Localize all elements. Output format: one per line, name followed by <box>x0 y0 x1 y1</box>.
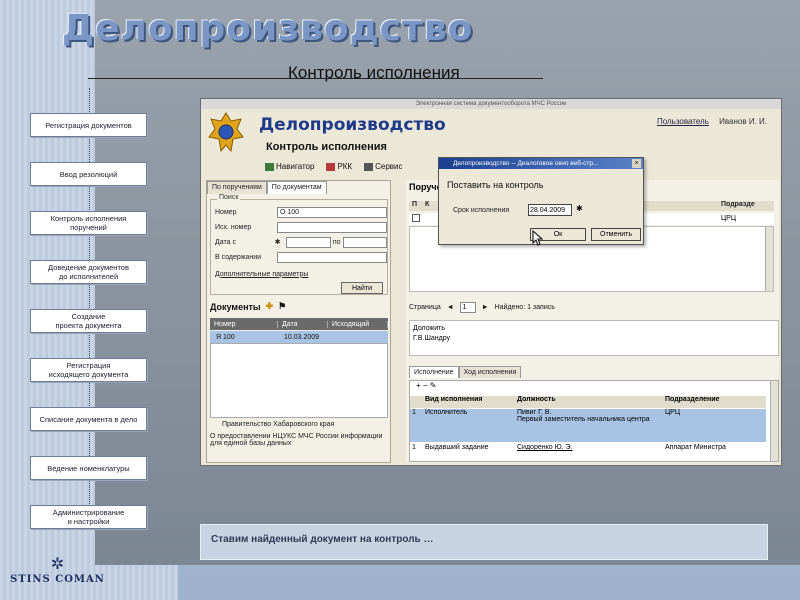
app-name: Делопроизводство <box>259 115 446 135</box>
user-name: Иванов И. И. <box>719 117 767 126</box>
toolbar-navigator[interactable]: Навигатор <box>265 162 314 171</box>
col-date[interactable]: Дата <box>278 320 328 328</box>
dialog-titlebar: Делопроизводство -- Диалоговое окно веб-… <box>439 158 643 169</box>
close-icon[interactable]: × <box>632 159 641 168</box>
user-area: Пользователь Иванов И. И. <box>657 117 767 126</box>
table-row[interactable]: Я 100 10.03.2009 <box>210 331 388 343</box>
menu-registration[interactable]: Регистрация документов <box>30 113 147 137</box>
tab-progress[interactable]: Ход исполнения <box>458 366 522 378</box>
found-count: Найдено: 1 запись <box>494 304 555 311</box>
number-label: Номер <box>215 208 237 216</box>
mouse-cursor-icon <box>532 230 544 246</box>
content-input[interactable] <box>277 251 387 263</box>
menu-archive[interactable]: Списание документа в дело <box>30 407 147 431</box>
documents-header: Номер Дата Исходящий <box>210 318 388 330</box>
add-document-icon[interactable]: ✚ <box>266 301 274 312</box>
documents-grid-body <box>210 343 388 418</box>
menu-delivery[interactable]: Доведение документов до исполнителей <box>30 260 147 284</box>
note-box: Доложить Г.В.Шандру <box>409 320 779 356</box>
company-logo: ✲ STINS COMAN <box>10 556 105 592</box>
news-text[interactable]: О предоставлении НЦУКС МЧС России информ… <box>210 433 388 447</box>
menu-draft[interactable]: Создание проекта документа <box>30 309 147 333</box>
page-select[interactable]: 1 <box>459 302 476 313</box>
logo-icon: ✲ <box>50 556 65 573</box>
pager: Страница ◄ 1 ► Найдено: 1 запись <box>409 302 555 313</box>
tab-by-documents[interactable]: По документам <box>266 181 327 194</box>
calendar-icon[interactable]: ✱ <box>576 204 583 213</box>
calendar-icon[interactable]: ✱ <box>275 238 283 246</box>
menu-control[interactable]: Контроль исполнения поручений <box>30 211 147 235</box>
cancel-button[interactable]: Отменить <box>591 228 641 241</box>
sub-tabs: Исполнение Ход исполнения <box>409 366 522 378</box>
caption-box: Ставим найденный документ на контроль … <box>200 524 768 560</box>
grid-toolbar[interactable]: + − ✎ <box>410 381 778 392</box>
slide-title: Делопроизводство <box>62 8 474 49</box>
toolbar-rkk[interactable]: РКК <box>326 162 352 171</box>
left-tabs: По поручениям По документам <box>207 181 390 194</box>
app-header: Делопроизводство Контроль исполнения Пол… <box>201 109 781 157</box>
execution-header: Вид исполнения Должность Подразделение <box>410 396 766 408</box>
search-legend: Поиск <box>217 194 241 201</box>
documents-bar: Документы ✚ ⚑ <box>210 301 388 312</box>
number-input[interactable]: О 100 <box>277 206 387 218</box>
scrollbar[interactable] <box>770 381 778 461</box>
date-label: Дата с <box>215 238 236 246</box>
deadline-input[interactable]: 28.04.2009 <box>528 204 572 216</box>
card-icon <box>326 162 336 171</box>
dialog-heading: Поставить на контроль <box>447 180 544 190</box>
app-toolbar: Навигатор РКК Сервис <box>265 162 403 171</box>
date-to-input[interactable] <box>342 236 388 248</box>
ext-number-input[interactable] <box>277 221 387 233</box>
date-to-label: по <box>332 238 341 246</box>
news-block: Правительство Хабаровского края О предос… <box>210 421 388 461</box>
slide-subtitle: Контроль исполнения <box>288 63 460 82</box>
service-icon <box>364 162 374 171</box>
tab-execution[interactable]: Исполнение <box>409 366 459 378</box>
row-checkbox[interactable] <box>412 214 420 222</box>
news-source[interactable]: Правительство Хабаровского края <box>210 421 388 428</box>
logo-text: STINS COMAN <box>10 574 105 585</box>
filter-icon[interactable]: ⚑ <box>278 301 286 312</box>
menu-admin[interactable]: Администрирование и настройки <box>30 505 147 529</box>
tab-by-orders[interactable]: По поручениям <box>207 181 267 194</box>
next-page-icon[interactable]: ► <box>482 304 489 311</box>
advanced-params-link[interactable]: Дополнительные параметры <box>215 268 387 280</box>
menu-outgoing[interactable]: Регистрация исходящего документа <box>30 358 147 382</box>
left-pane: По поручениям По документам Поиск Номер О… <box>206 180 391 463</box>
col-outgoing[interactable]: Исходящий <box>328 320 388 328</box>
ext-number-label: Исх. номер <box>215 223 252 231</box>
prev-page-icon[interactable]: ◄ <box>447 304 454 311</box>
app-window: Электронная система документооборота МЧС… <box>200 98 782 466</box>
navigator-icon <box>265 162 274 171</box>
content-label: В содержании <box>215 253 262 261</box>
col-number[interactable]: Номер <box>210 320 278 328</box>
date-from-input[interactable] <box>286 236 331 248</box>
user-link[interactable]: Пользователь <box>657 117 709 126</box>
find-button[interactable]: Найти <box>341 282 383 294</box>
menu-nomenclature[interactable]: Ведение номенклатуры <box>30 456 147 480</box>
app-titlebar: Электронная система документооборота МЧС… <box>201 99 781 109</box>
toolbar-service[interactable]: Сервис <box>364 162 403 171</box>
table-row[interactable]: 1 Исполнитель Пивиг Г. В. Первый замести… <box>410 409 766 442</box>
documents-title: Документы <box>210 301 261 312</box>
deadline-label: Срок исполнения <box>453 207 510 214</box>
emblem-icon <box>208 112 244 153</box>
scrollbar[interactable] <box>765 227 773 291</box>
app-section: Контроль исполнения <box>266 141 387 153</box>
menu-resolutions[interactable]: Ввод резолюций <box>30 162 147 186</box>
title-rule <box>88 78 543 79</box>
execution-grid: + − ✎ Вид исполнения Должность Подраздел… <box>409 380 779 462</box>
table-row[interactable]: 1 Выдавший задание Сидоренко Ю. Э. Аппар… <box>410 444 766 456</box>
search-group: Поиск Номер О 100 Исх. номер Дата с ✱ по В … <box>210 194 388 295</box>
